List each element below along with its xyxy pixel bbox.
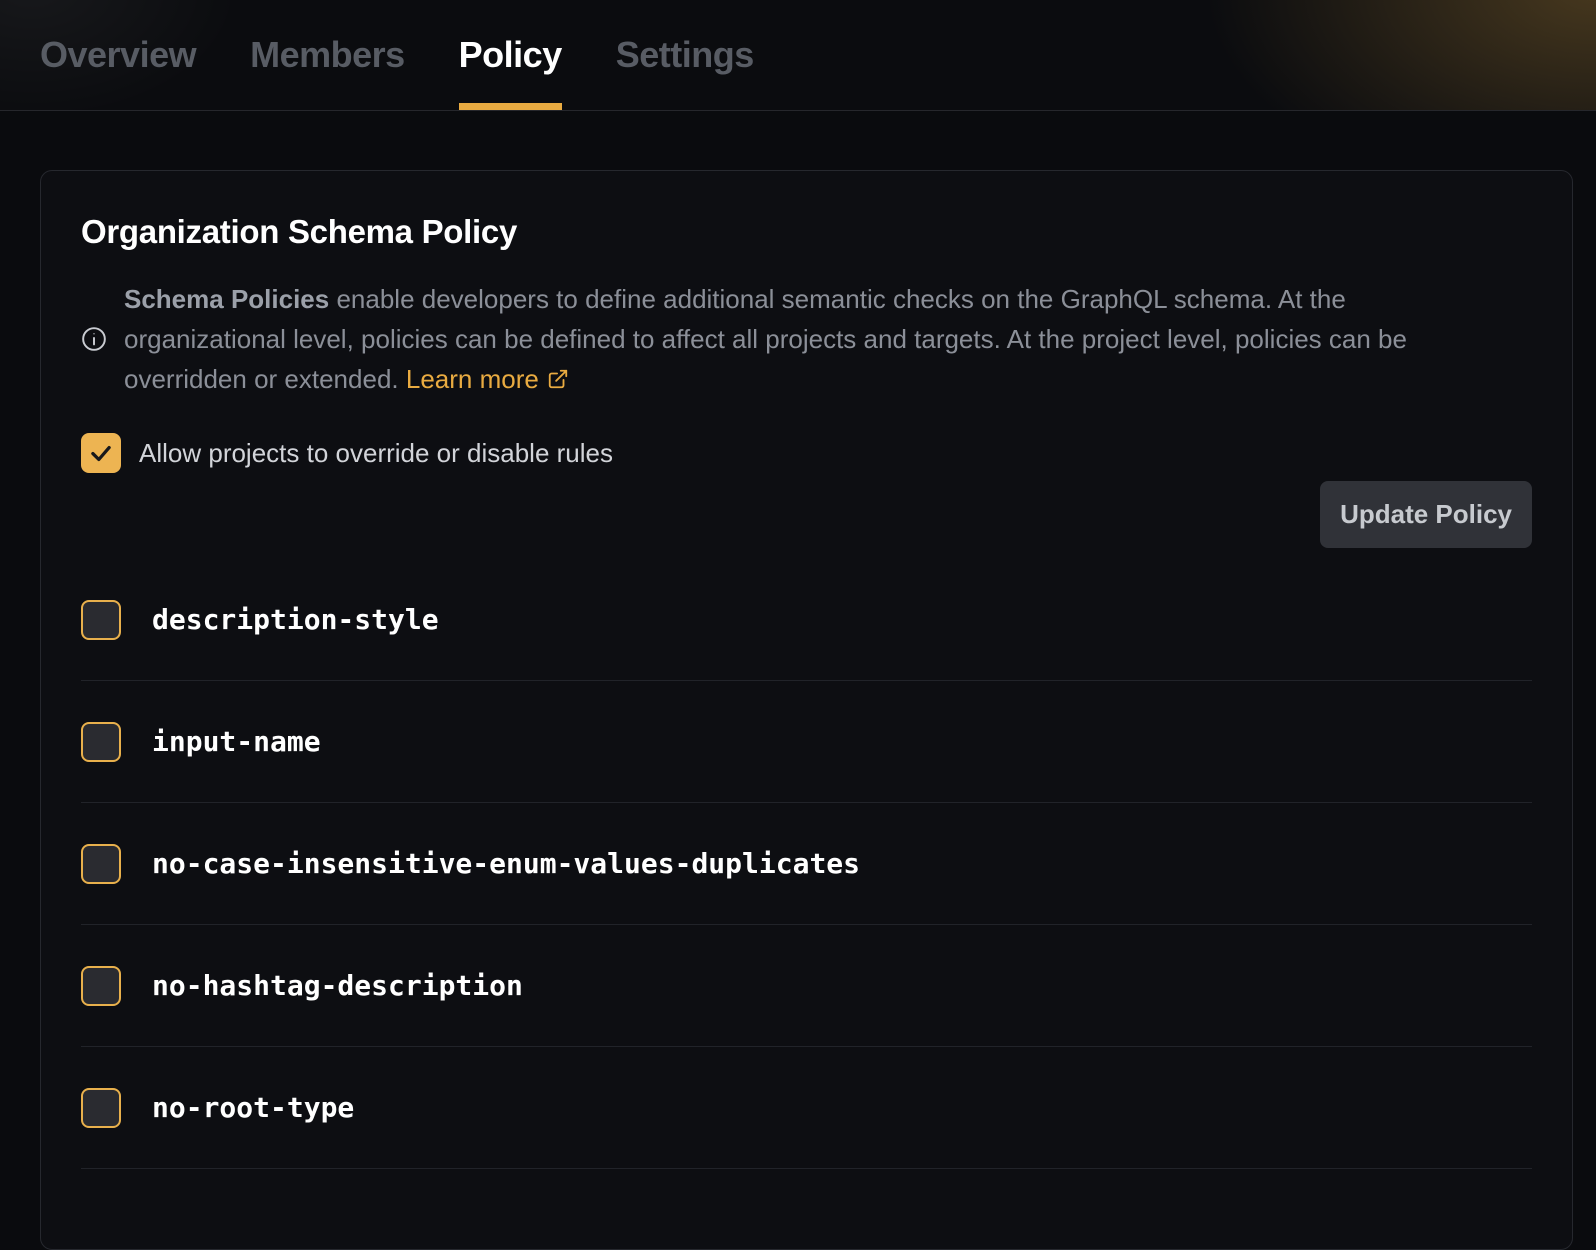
schema-policy-card: Organization Schema Policy Schema Polici…	[40, 170, 1573, 1250]
learn-more-link[interactable]: Learn more	[406, 364, 539, 394]
external-link-icon	[547, 361, 569, 383]
rule-checkbox[interactable]	[81, 600, 121, 640]
policy-description: Schema Policies enable developers to def…	[124, 279, 1504, 399]
override-checkbox-row: Allow projects to override or disable ru…	[81, 433, 1532, 473]
update-policy-row: Update Policy	[81, 481, 1532, 548]
rules-list: description-style input-name no-case-ins…	[81, 559, 1532, 1169]
rule-row: description-style	[81, 559, 1532, 681]
tabs-nav: Overview Members Policy Settings	[0, 0, 1596, 110]
rule-checkbox[interactable]	[81, 844, 121, 884]
page-title: Organization Schema Policy	[81, 213, 1532, 251]
rule-row: input-name	[81, 681, 1532, 803]
rule-name: no-hashtag-description	[152, 969, 523, 1002]
rule-row: no-root-type	[81, 1047, 1532, 1169]
rule-checkbox[interactable]	[81, 966, 121, 1006]
override-checkbox[interactable]	[81, 433, 121, 473]
info-circle-icon	[81, 326, 107, 352]
rule-row: no-hashtag-description	[81, 925, 1532, 1047]
tab-policy[interactable]: Policy	[459, 0, 562, 110]
rule-row: no-case-insensitive-enum-values-duplicat…	[81, 803, 1532, 925]
update-policy-button[interactable]: Update Policy	[1320, 481, 1532, 548]
tab-members[interactable]: Members	[250, 0, 405, 110]
tab-settings[interactable]: Settings	[616, 0, 754, 110]
rule-name: input-name	[152, 725, 321, 758]
policy-description-row: Schema Policies enable developers to def…	[81, 279, 1532, 399]
rule-name: description-style	[152, 603, 439, 636]
rule-name: no-case-insensitive-enum-values-duplicat…	[152, 847, 860, 880]
rule-name: no-root-type	[152, 1091, 354, 1124]
policy-description-lead: Schema Policies	[124, 284, 329, 314]
rule-checkbox[interactable]	[81, 1088, 121, 1128]
tab-overview[interactable]: Overview	[40, 0, 196, 110]
checkmark-icon	[88, 440, 114, 466]
rule-checkbox[interactable]	[81, 722, 121, 762]
org-tab-bar: Overview Members Policy Settings	[0, 0, 1596, 111]
override-checkbox-label: Allow projects to override or disable ru…	[139, 438, 613, 469]
